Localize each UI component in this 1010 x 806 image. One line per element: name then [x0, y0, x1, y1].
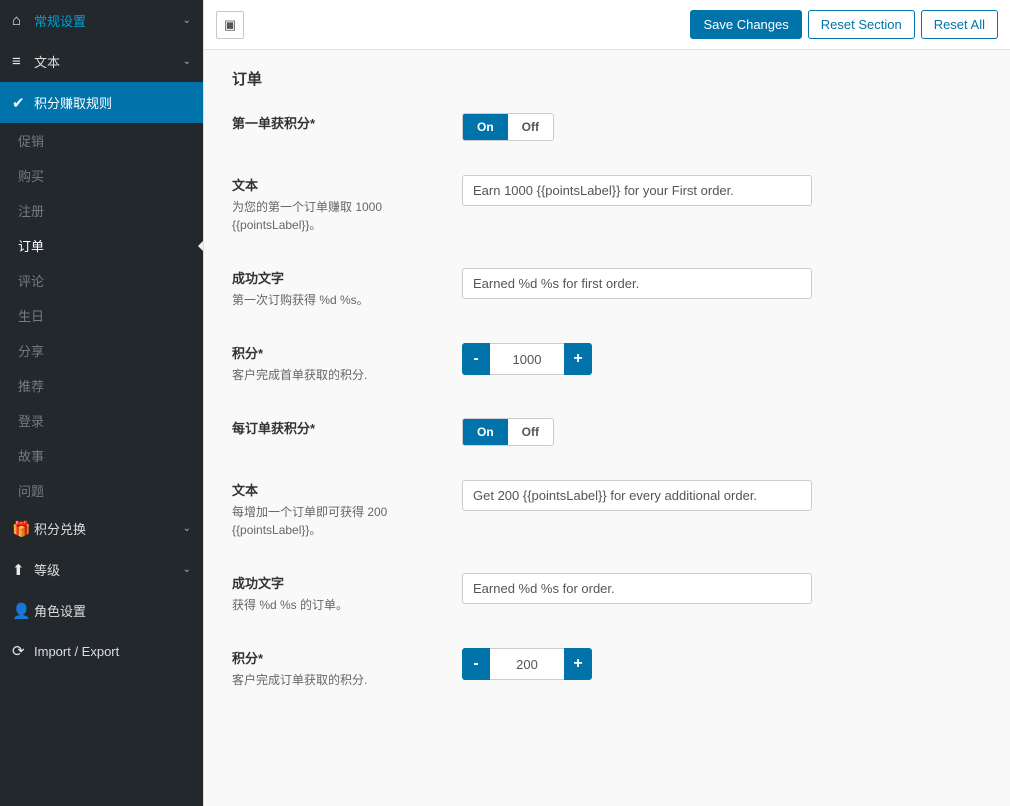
every-points-stepper: - +	[462, 648, 592, 680]
sidebar-item-label: 角色设置	[34, 601, 86, 620]
sidebar-item-label: Import / Export	[34, 644, 119, 659]
field-label: 成功文字	[232, 573, 446, 592]
first-points-stepper: - +	[462, 343, 592, 375]
field-label: 文本	[232, 480, 446, 499]
list-icon: ≡	[12, 53, 34, 70]
gift-icon: 🎁	[12, 520, 34, 538]
stepper-minus-button[interactable]: -	[462, 343, 490, 375]
toggle-off[interactable]: Off	[508, 419, 553, 445]
sidebar-item-general[interactable]: ⌂ 常规设置 ⌄	[0, 0, 203, 41]
sidebar-item-level[interactable]: ⬆ 等级 ⌄	[0, 549, 203, 590]
arrow-up-icon: ⬆	[12, 561, 34, 579]
stepper-minus-button[interactable]: -	[462, 648, 490, 680]
reset-section-button[interactable]: Reset Section	[808, 10, 915, 39]
first-order-toggle[interactable]: On Off	[462, 113, 554, 141]
sidebar-sub-review[interactable]: 评论	[0, 263, 203, 298]
field-desc: 客户完成首单获取的积分.	[232, 366, 446, 384]
sidebar-sub-register[interactable]: 注册	[0, 193, 203, 228]
sidebar-item-earn-rules[interactable]: ✔ 积分赚取规则	[0, 82, 203, 123]
expand-all-button[interactable]: ▣	[216, 11, 244, 39]
topbar: ▣ Save Changes Reset Section Reset All	[204, 0, 1010, 50]
chevron-down-icon: ⌄	[183, 523, 191, 534]
save-button[interactable]: Save Changes	[690, 10, 801, 39]
sidebar-sub-promotion[interactable]: 促销	[0, 123, 203, 158]
field-label: 成功文字	[232, 268, 446, 287]
sidebar-item-redeem[interactable]: 🎁 积分兑换 ⌄	[0, 508, 203, 549]
page-title: 订单	[232, 68, 982, 89]
chevron-down-icon: ⌄	[183, 15, 191, 26]
sidebar-sub-share[interactable]: 分享	[0, 333, 203, 368]
field-label: 积分*	[232, 648, 446, 667]
home-icon: ⌂	[12, 12, 34, 29]
first-text-input[interactable]	[462, 175, 812, 206]
sidebar: ⌂ 常规设置 ⌄ ≡ 文本 ⌄ ✔ 积分赚取规则 促销 购买 注册 订单 评论 …	[0, 0, 203, 806]
sidebar-item-role[interactable]: 👤 角色设置	[0, 590, 203, 631]
sidebar-sub-order[interactable]: 订单	[0, 228, 203, 263]
field-desc: 获得 %d %s 的订单。	[232, 596, 446, 614]
sidebar-item-label: 文本	[34, 52, 60, 71]
sidebar-sub-login[interactable]: 登录	[0, 403, 203, 438]
sidebar-sub-question[interactable]: 问题	[0, 473, 203, 508]
sidebar-item-text[interactable]: ≡ 文本 ⌄	[0, 41, 203, 82]
stepper-plus-button[interactable]: +	[564, 648, 592, 680]
field-desc: 第一次订购获得 %d %s。	[232, 291, 446, 309]
sidebar-sub-purchase[interactable]: 购买	[0, 158, 203, 193]
stepper-plus-button[interactable]: +	[564, 343, 592, 375]
reset-all-button[interactable]: Reset All	[921, 10, 998, 39]
sidebar-sub-story[interactable]: 故事	[0, 438, 203, 473]
chevron-down-icon: ⌄	[183, 56, 191, 67]
sidebar-sub-refer[interactable]: 推荐	[0, 368, 203, 403]
chevron-down-icon: ⌄	[183, 564, 191, 575]
field-label: 积分*	[232, 343, 446, 362]
toggle-off[interactable]: Off	[508, 114, 553, 140]
toggle-on[interactable]: On	[463, 114, 508, 140]
user-icon: 👤	[12, 602, 34, 620]
first-points-input[interactable]	[490, 343, 564, 375]
every-order-toggle[interactable]: On Off	[462, 418, 554, 446]
sidebar-item-label: 等级	[34, 560, 60, 579]
field-desc: 为您的第一个订单赚取 1000 {{pointsLabel}}。	[232, 198, 446, 234]
sidebar-item-import-export[interactable]: ⟳ Import / Export	[0, 631, 203, 671]
sidebar-item-label: 常规设置	[34, 11, 86, 30]
refresh-icon: ⟳	[12, 642, 34, 660]
field-label: 每订单获积分*	[232, 418, 446, 437]
sidebar-item-label: 积分兑换	[34, 519, 86, 538]
first-success-input[interactable]	[462, 268, 812, 299]
check-icon: ✔	[12, 94, 34, 112]
field-desc: 客户完成订单获取的积分.	[232, 671, 446, 689]
sidebar-item-label: 积分赚取规则	[34, 93, 112, 112]
toggle-on[interactable]: On	[463, 419, 508, 445]
every-points-input[interactable]	[490, 648, 564, 680]
every-success-input[interactable]	[462, 573, 812, 604]
every-text-input[interactable]	[462, 480, 812, 511]
field-label: 第一单获积分*	[232, 113, 446, 132]
panel-icon: ▣	[224, 17, 236, 33]
field-label: 文本	[232, 175, 446, 194]
sidebar-sub-birthday[interactable]: 生日	[0, 298, 203, 333]
field-desc: 每增加一个订单即可获得 200 {{pointsLabel}}。	[232, 503, 446, 539]
